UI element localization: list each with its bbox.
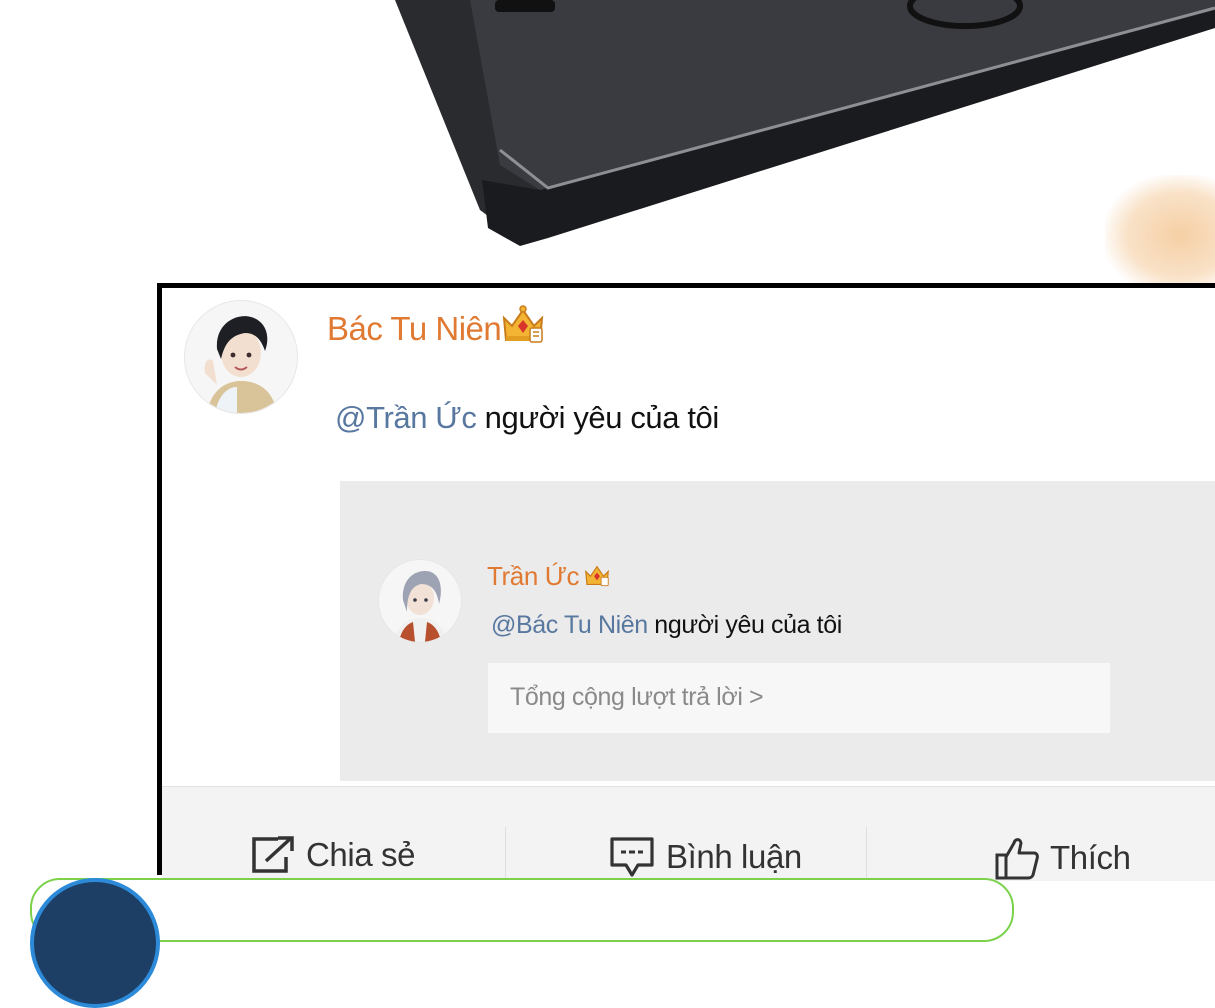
like-label: Thích xyxy=(1050,839,1131,876)
mention-link[interactable]: @Trần Ức xyxy=(335,400,477,435)
quoted-post[interactable]: Trần Ức @Bác Tu Niên người yêu của tôi T… xyxy=(340,481,1215,781)
total-replies-box[interactable]: Tổng cộng lượt trả lời > xyxy=(488,663,1110,733)
quoted-author-name[interactable]: Trần Ức xyxy=(487,561,580,592)
share-button[interactable]: Chia sẻ xyxy=(248,835,415,875)
total-replies-link[interactable]: Tổng cộng lượt trả lời > xyxy=(510,683,764,712)
author-name[interactable]: Bác Tu Niên xyxy=(327,310,502,348)
comment-label: Bình luận xyxy=(666,838,802,875)
post-text: người yêu của tôi xyxy=(476,400,720,435)
like-button[interactable]: Thích xyxy=(994,835,1131,881)
next-comment-avatar xyxy=(30,878,160,1008)
crown-icon xyxy=(585,565,609,587)
share-icon xyxy=(252,836,294,873)
crown-icon xyxy=(502,305,544,343)
divider xyxy=(866,827,867,881)
thumbs-up-icon xyxy=(995,838,1039,880)
action-bar: Chia sẻ Bình luận Thích xyxy=(162,786,1215,881)
comment-icon xyxy=(610,837,654,877)
quoted-author-avatar[interactable] xyxy=(378,559,462,643)
background-blur xyxy=(1105,175,1215,295)
divider xyxy=(505,827,506,881)
quoted-body: @Bác Tu Niên người yêu của tôi xyxy=(491,611,842,640)
quoted-text: người yêu của tôi xyxy=(647,611,842,639)
author-avatar[interactable] xyxy=(184,300,298,414)
next-comment-bubble xyxy=(30,878,1014,942)
share-label: Chia sẻ xyxy=(306,836,416,873)
mention-link[interactable]: @Bác Tu Niên xyxy=(491,611,648,639)
post-card: Bác Tu Niên @Trần Ức người yêu của tôi T… xyxy=(157,283,1215,881)
comment-button[interactable]: Bình luận xyxy=(608,835,802,879)
post-body: @Trần Ức người yêu của tôi xyxy=(335,400,719,436)
